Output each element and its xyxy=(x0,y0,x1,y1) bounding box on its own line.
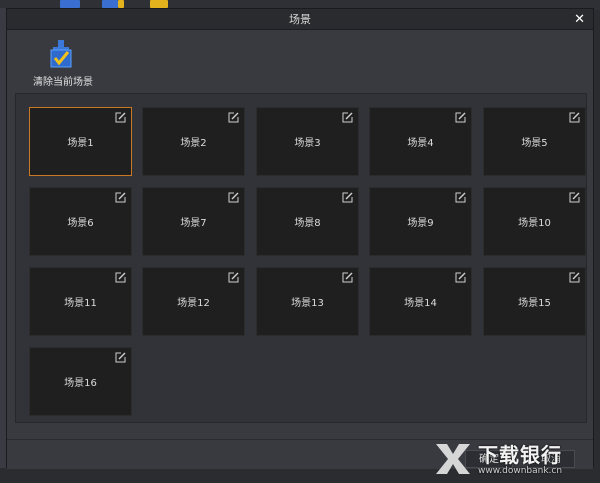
edit-icon[interactable] xyxy=(569,192,580,203)
edit-icon[interactable] xyxy=(342,192,353,203)
edit-icon[interactable] xyxy=(569,272,580,283)
clear-current-scene-label: 清除当前场景 xyxy=(33,77,93,88)
scene-tile[interactable]: 场景11 xyxy=(29,267,132,336)
scene-tile[interactable]: 场景12 xyxy=(142,267,245,336)
scene-tile[interactable]: 场景1 xyxy=(29,107,132,176)
scene-tile[interactable]: 场景14 xyxy=(369,267,472,336)
edit-icon[interactable] xyxy=(569,112,580,123)
scene-tile[interactable]: 场景8 xyxy=(256,187,359,256)
scene-tile[interactable]: 场景15 xyxy=(483,267,586,336)
background-app-bottom xyxy=(0,468,600,483)
dialog-title: 场景 xyxy=(289,13,311,26)
background-app-toolbar-block xyxy=(102,0,118,8)
clear-current-scene-button[interactable]: 清除当前场景 xyxy=(21,38,105,90)
dialog-titlebar: 场景 ✕ xyxy=(7,9,593,30)
cancel-button[interactable]: 取消 xyxy=(527,450,575,468)
edit-icon[interactable] xyxy=(228,192,239,203)
scene-tile[interactable]: 场景7 xyxy=(142,187,245,256)
edit-icon[interactable] xyxy=(455,272,466,283)
background-app-toolbar-block xyxy=(118,0,124,8)
background-app-toolbar-block xyxy=(150,0,168,8)
edit-icon[interactable] xyxy=(115,192,126,203)
scene-tile[interactable]: 场景5 xyxy=(483,107,586,176)
edit-icon[interactable] xyxy=(455,112,466,123)
scene-tile[interactable]: 场景2 xyxy=(142,107,245,176)
edit-icon[interactable] xyxy=(228,112,239,123)
edit-icon[interactable] xyxy=(115,112,126,123)
edit-icon[interactable] xyxy=(115,272,126,283)
clear-scene-icon xyxy=(50,40,72,68)
edit-icon[interactable] xyxy=(228,272,239,283)
scene-tile[interactable]: 场景6 xyxy=(29,187,132,256)
edit-icon[interactable] xyxy=(455,192,466,203)
dialog-toolbar: 清除当前场景 xyxy=(7,31,593,93)
scene-tile[interactable]: 场景10 xyxy=(483,187,586,256)
edit-icon[interactable] xyxy=(342,112,353,123)
scene-tile[interactable]: 场景3 xyxy=(256,107,359,176)
edit-icon[interactable] xyxy=(342,272,353,283)
scene-dialog: 场景 ✕ 清除当前场景 场景1 场景2 场景3 场景4 场景5 场景6 场景7 场景8 场景9 场… xyxy=(6,8,594,469)
scene-grid: 场景1 场景2 场景3 场景4 场景5 场景6 场景7 场景8 场景9 场景10 场景11 场景12 场… xyxy=(15,93,587,423)
scene-tile[interactable]: 场景4 xyxy=(369,107,472,176)
dialog-footer: 确定 取消 xyxy=(7,439,593,469)
ok-button[interactable]: 确定 xyxy=(465,450,513,468)
close-icon[interactable]: ✕ xyxy=(574,11,585,28)
edit-icon[interactable] xyxy=(115,352,126,363)
scene-tile[interactable]: 场景16 xyxy=(29,347,132,416)
scene-tile[interactable]: 场景13 xyxy=(256,267,359,336)
scene-tile[interactable]: 场景9 xyxy=(369,187,472,256)
background-app-toolbar-block xyxy=(60,0,80,8)
